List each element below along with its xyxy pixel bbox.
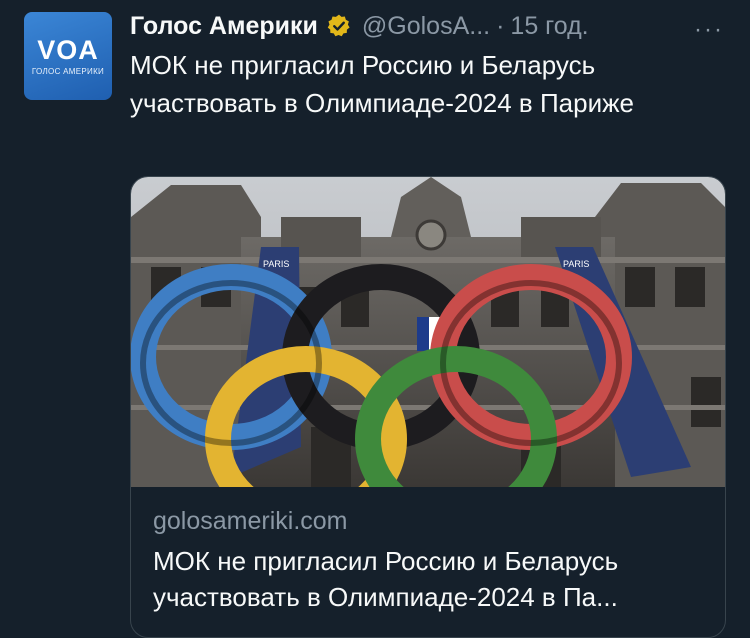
author-name[interactable]: Голос Америки	[130, 12, 318, 41]
tweet-text: МОК не пригласил Россию и Беларусь участ…	[130, 50, 634, 118]
timestamp[interactable]: 15 год.	[510, 12, 588, 41]
voa-logo-subtitle: ГОЛОС АМЕРИКИ	[31, 66, 105, 76]
author-handle[interactable]: @GolosA...	[362, 12, 490, 41]
card-domain[interactable]: golosameriki.com	[153, 507, 348, 536]
banner-left-label: PARIS	[263, 259, 289, 269]
tweet-header: Голос Америки @GolosA... · 15 год.	[130, 8, 730, 44]
verified-badge-icon	[326, 13, 352, 39]
more-options-icon[interactable]: ···	[694, 18, 724, 42]
avatar[interactable]: VOA ГОЛОС АМЕРИКИ	[24, 12, 112, 100]
separator-dot: ·	[496, 11, 505, 40]
link-card[interactable]: PARIS PARIS golosameriki.com МОК не приг…	[130, 176, 726, 638]
voa-logo: VOA	[37, 34, 99, 65]
banner-right-label: PARIS	[563, 259, 589, 269]
card-title[interactable]: МОК не пригласил Россию и Беларусь участ…	[153, 543, 713, 615]
card-image[interactable]: PARIS PARIS	[131, 177, 725, 487]
